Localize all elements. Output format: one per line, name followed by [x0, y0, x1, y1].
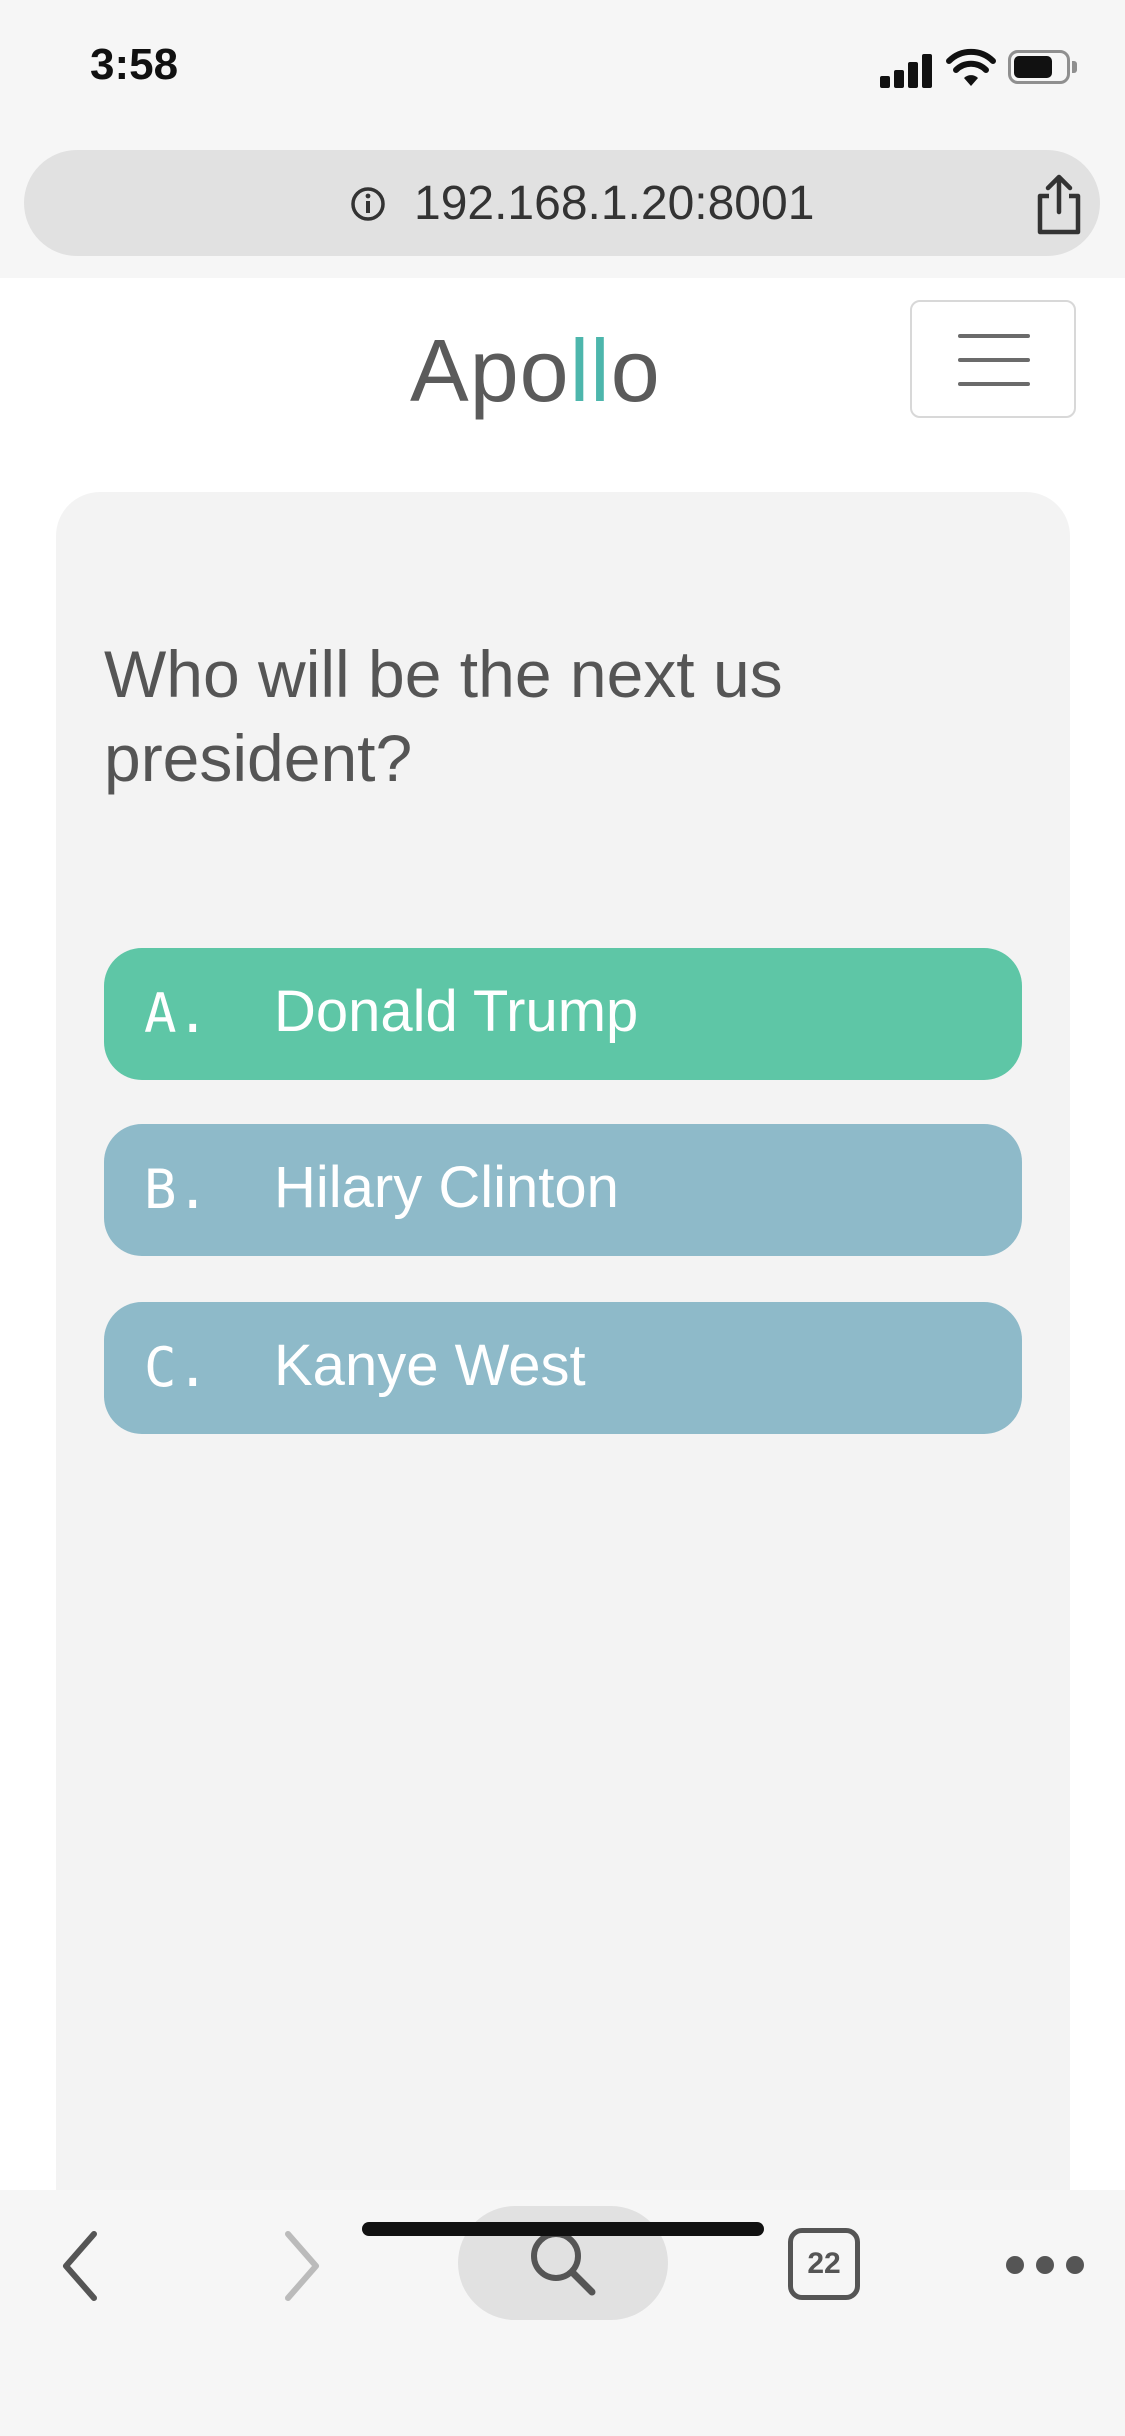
option-b-button[interactable]: B. Hilary Clinton	[104, 1124, 1022, 1256]
more-icon[interactable]	[1006, 2256, 1086, 2276]
quiz-card: Who will be the next us president? A. Do…	[56, 492, 1070, 2212]
menu-button[interactable]	[910, 300, 1076, 418]
forward-icon[interactable]	[276, 2226, 326, 2306]
status-time: 3:58	[90, 40, 179, 89]
battery-icon	[1008, 50, 1078, 86]
browser-address-area: 192.168.1.20:8001	[0, 140, 1125, 278]
option-label: Hilary Clinton	[274, 1155, 619, 1220]
option-letter: A.	[144, 982, 210, 1045]
wifi-icon	[946, 48, 996, 86]
option-c-button[interactable]: C. Kanye West	[104, 1302, 1022, 1434]
status-bar: 3:58	[0, 0, 1125, 140]
back-icon[interactable]	[56, 2226, 106, 2306]
option-a-button[interactable]: A. Donald Trump	[104, 948, 1022, 1080]
option-letter: C.	[144, 1336, 210, 1399]
share-icon[interactable]	[1032, 174, 1086, 236]
signal-icon	[880, 52, 934, 88]
menu-icon	[958, 334, 1030, 338]
address-bar[interactable]: 192.168.1.20:8001	[24, 150, 1100, 256]
option-letter: B.	[144, 1158, 210, 1221]
apollo-logo[interactable]: Apollo	[410, 320, 661, 422]
option-label: Donald Trump	[274, 979, 639, 1044]
quiz-question: Who will be the next us president?	[104, 637, 783, 795]
info-icon[interactable]	[350, 186, 386, 222]
home-indicator[interactable]	[362, 2222, 764, 2236]
tabs-icon[interactable]: 22	[788, 2228, 860, 2300]
option-label: Kanye West	[274, 1333, 586, 1398]
search-icon	[531, 2231, 596, 2296]
address-url[interactable]: 192.168.1.20:8001	[414, 176, 814, 231]
